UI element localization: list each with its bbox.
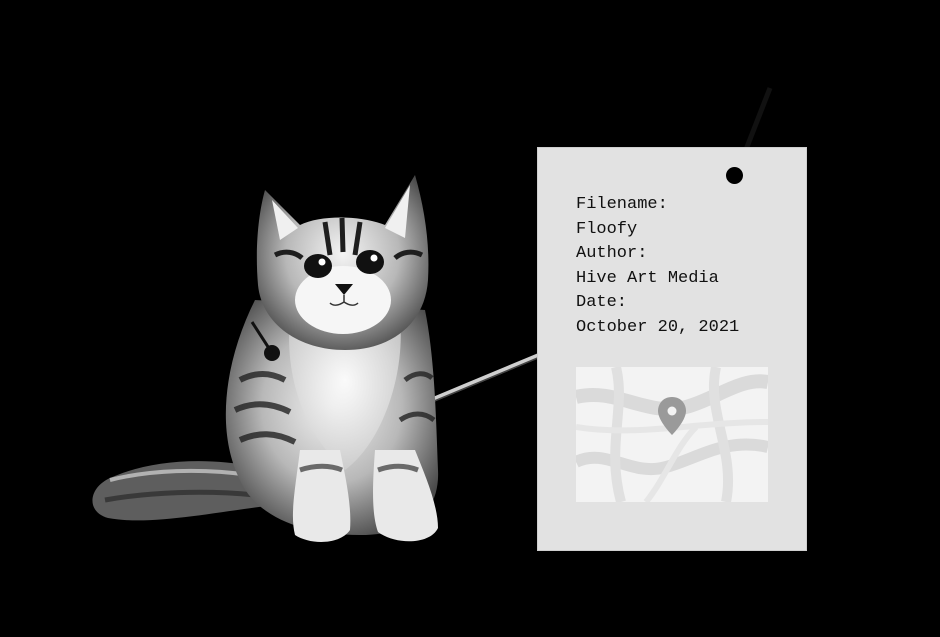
metadata-text: Filename: Floofy Author: Hive Art Media … bbox=[576, 193, 739, 340]
author-value: Hive Art Media bbox=[576, 268, 719, 288]
cat-right-eye bbox=[356, 250, 384, 274]
map-thumbnail bbox=[576, 367, 768, 502]
date-label: Date: bbox=[576, 293, 628, 312]
cat-left-eye bbox=[304, 254, 332, 278]
date-value: October 20, 2021 bbox=[576, 317, 740, 337]
tag-string-cat-shadow bbox=[419, 356, 541, 408]
filename-label: Filename: bbox=[576, 195, 668, 214]
tag-hole bbox=[726, 167, 743, 184]
cat-photo bbox=[92, 175, 439, 542]
filename-value: Floofy bbox=[576, 219, 638, 239]
tag-string-cat bbox=[419, 352, 541, 408]
author-label: Author: bbox=[576, 244, 648, 263]
metadata-tag: Filename: Floofy Author: Hive Art Media … bbox=[537, 147, 807, 551]
